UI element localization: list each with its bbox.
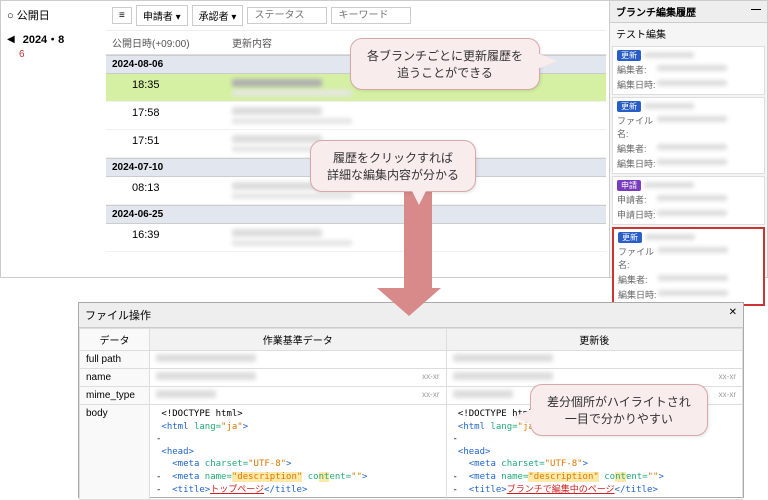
callout-click-detail: 履歴をクリックすれば詳細な編集内容が分かる xyxy=(310,140,476,192)
row-fullpath: full path xyxy=(80,351,150,369)
row-name: name xyxy=(80,369,150,387)
calendar-day[interactable]: 6 xyxy=(19,49,100,60)
list-view-button[interactable]: ≡ xyxy=(112,7,132,24)
history-row[interactable]: 16:39 xyxy=(106,224,606,252)
approver-filter[interactable]: 承認者 ▾ xyxy=(192,5,244,26)
applicant-filter[interactable]: 申請者 ▾ xyxy=(136,5,188,26)
callout-highlight: 差分個所がハイライトされ一目で分かりやすい xyxy=(530,384,708,436)
close-icon[interactable]: ✕ xyxy=(729,307,737,323)
history-item[interactable]: 申請 申請者:申請日時: xyxy=(612,176,765,225)
history-item[interactable]: 更新 編集者:編集日時: xyxy=(612,46,765,95)
history-item[interactable]: 更新 ファイル名:編集者:編集日時: xyxy=(612,97,765,174)
row-body: body xyxy=(80,405,150,500)
month-label: 2024・8 xyxy=(23,31,65,47)
keyword-input[interactable] xyxy=(331,7,411,24)
col-update-content: 更新内容 xyxy=(232,35,272,50)
file-op-title: ファイル操作 xyxy=(85,307,151,323)
date-group: 2024-06-25 xyxy=(106,205,606,224)
col-publish-time: 公開日時(+09:00) xyxy=(112,35,232,50)
sidebar-subtitle: テスト編集 xyxy=(610,23,767,44)
history-item[interactable]: 更新 ファイル名:編集者:編集日時: xyxy=(612,227,765,306)
col-data: データ xyxy=(80,329,150,351)
col-base: 作業基準データ xyxy=(150,329,447,351)
prev-month-icon[interactable]: ◀ xyxy=(7,34,15,45)
diff-before: <!DOCTYPE html> <html lang="ja">- <head>… xyxy=(150,405,447,500)
status-input[interactable] xyxy=(247,7,327,24)
col-after: 更新後 xyxy=(446,329,743,351)
history-row[interactable]: 17:58 xyxy=(106,102,606,130)
row-mime: mime_type xyxy=(80,387,150,405)
sidebar-title: ブランチ編集履歴 xyxy=(616,4,696,19)
callout-branch-history: 各ブランチごとに更新履歴を追うことができる xyxy=(350,38,540,90)
publish-date-label: ○ 公開日 xyxy=(7,7,100,23)
minimize-icon[interactable]: — xyxy=(751,4,761,19)
